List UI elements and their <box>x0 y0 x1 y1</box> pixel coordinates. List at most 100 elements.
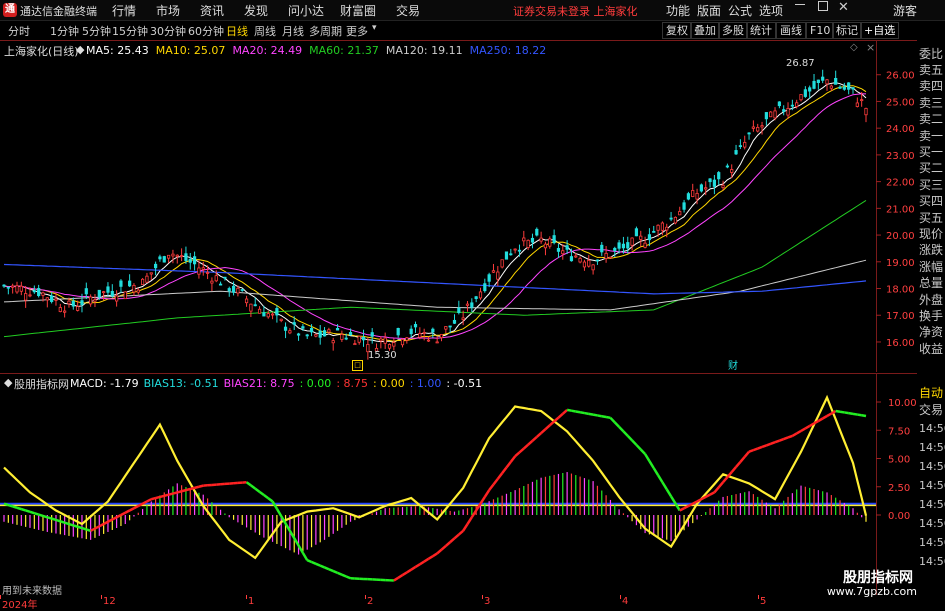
quote-label: 收益 <box>919 341 943 357</box>
btn-draw[interactable]: 画线 <box>776 22 806 39</box>
candle-body <box>414 324 416 327</box>
indicator-legend-item: : 1.00 <box>410 377 442 390</box>
period-5min[interactable]: 5分钟 <box>82 23 111 39</box>
more-chevron-icon[interactable]: ▾ <box>372 23 377 33</box>
btn-overlay[interactable]: 叠加 <box>690 22 720 39</box>
event-marker-icon[interactable]: □ <box>352 360 363 371</box>
slow-line <box>857 415 861 416</box>
menu-xiaoda[interactable]: 问小达 <box>288 2 324 19</box>
period-1min[interactable]: 1分钟 <box>50 23 79 39</box>
menu-layout[interactable]: 版面 <box>697 2 721 19</box>
quote-label: 买二 <box>919 160 943 176</box>
candle-body <box>150 273 152 274</box>
candle-body <box>20 286 22 291</box>
menu-discover[interactable]: 发现 <box>244 2 268 19</box>
btn-f10[interactable]: F10 <box>806 22 834 39</box>
ma-legend-item: MA120: 19.11 <box>386 44 463 57</box>
date-tick: 5 <box>760 596 766 607</box>
btn-adjust[interactable]: 复权 <box>662 22 692 39</box>
period-30min[interactable]: 30分钟 <box>150 23 186 39</box>
date-tick: 1 <box>248 596 254 607</box>
btn-add-favorite[interactable]: +自选 <box>860 22 899 39</box>
quote-label: 净资 <box>919 324 943 340</box>
candle-body <box>748 133 750 134</box>
candle-body <box>865 108 867 114</box>
app-title: 通达信金融终端 <box>20 3 97 19</box>
minimize-icon[interactable] <box>795 4 805 5</box>
diamond-icon[interactable]: ◇ <box>850 42 858 53</box>
indicator-chart[interactable]: 10.007.505.002.500.00 <box>0 373 917 595</box>
menu-trade[interactable]: 交易 <box>396 2 420 19</box>
period-15min[interactable]: 15分钟 <box>112 23 148 39</box>
period-multi[interactable]: 多周期 <box>309 23 342 39</box>
candle-body <box>808 88 810 91</box>
slow-line <box>329 569 333 571</box>
candle-body <box>540 238 542 241</box>
slow-line <box>597 415 601 416</box>
slow-line <box>771 442 775 444</box>
btn-mark[interactable]: 标记 <box>832 22 862 39</box>
menu-wealth[interactable]: 财富圈 <box>340 2 376 19</box>
period-more[interactable]: 更多 <box>346 23 368 39</box>
close-icon[interactable]: ✕ <box>838 0 849 15</box>
slow-line <box>836 411 840 412</box>
btn-multistock[interactable]: 多股 <box>718 22 748 39</box>
candle-body <box>76 307 78 311</box>
close-panel-icon[interactable]: × <box>866 41 875 54</box>
ma-legend-toggle-icon[interactable]: ◆ <box>76 43 84 56</box>
candle-body <box>735 150 737 153</box>
auto-label[interactable]: 自动 <box>919 385 943 401</box>
candle-body <box>393 343 395 347</box>
period-60min[interactable]: 60分钟 <box>188 23 224 39</box>
menu-function[interactable]: 功能 <box>666 2 690 19</box>
candle-body <box>839 87 841 88</box>
period-fenshi[interactable]: 分时 <box>8 23 30 39</box>
period-daily[interactable]: 日线 <box>226 23 248 39</box>
date-tick-mark <box>0 595 1 599</box>
candle-body <box>315 334 317 336</box>
trade-time: 14:56 <box>919 497 945 513</box>
candle-body <box>601 245 603 252</box>
menu-news[interactable]: 资讯 <box>200 2 224 19</box>
candle-body <box>471 303 473 307</box>
candle-body <box>449 326 451 327</box>
y-tick-label: 19.00 <box>886 258 915 269</box>
candle-body <box>657 225 659 230</box>
candle-body <box>614 248 616 250</box>
candle-body <box>85 289 87 294</box>
maximize-icon[interactable] <box>818 1 828 11</box>
guest-label[interactable]: 游客 <box>893 2 917 19</box>
slow-line <box>779 439 783 441</box>
menu-options[interactable]: 选项 <box>759 2 783 19</box>
trade-label[interactable]: 交易 <box>919 402 943 418</box>
finance-marker[interactable]: 财 <box>728 357 738 372</box>
slow-line <box>26 510 30 511</box>
menu-hangqing[interactable]: 行情 <box>112 2 136 19</box>
quote-label: 买五 <box>919 210 943 226</box>
indicator-name[interactable]: 股朋指标网 <box>14 376 69 392</box>
candle-body <box>384 338 386 343</box>
ma-legend: MA5: 25.43MA10: 25.07MA20: 24.49MA60: 21… <box>86 43 553 57</box>
candle-body <box>696 193 698 199</box>
candle-body <box>596 260 598 261</box>
slow-line <box>853 414 857 415</box>
app-logo-icon: 通 <box>3 3 17 17</box>
menu-formula[interactable]: 公式 <box>728 2 752 19</box>
period-weekly[interactable]: 周线 <box>254 23 276 39</box>
candle-body <box>453 320 455 323</box>
candle-body <box>55 299 57 300</box>
slow-line <box>862 415 866 416</box>
btn-stats[interactable]: 统计 <box>746 22 776 39</box>
candle-body <box>518 250 520 251</box>
stock-name: 上海家化(日线) <box>4 43 79 59</box>
period-monthly[interactable]: 月线 <box>282 23 304 39</box>
quote-label: 外盘 <box>919 292 943 308</box>
slow-line <box>849 413 853 414</box>
menu-market[interactable]: 市场 <box>156 2 180 19</box>
login-notice[interactable]: 证券交易未登录 上海家化 <box>513 3 638 19</box>
date-axis: 2024年1212345 <box>0 595 945 609</box>
slow-line <box>195 487 199 488</box>
indicator-toggle-icon[interactable]: ◆ <box>4 376 12 389</box>
candle-body <box>588 260 590 266</box>
kline-chart[interactable]: 26.0025.0024.0023.0022.0021.0020.0019.00… <box>0 40 917 372</box>
